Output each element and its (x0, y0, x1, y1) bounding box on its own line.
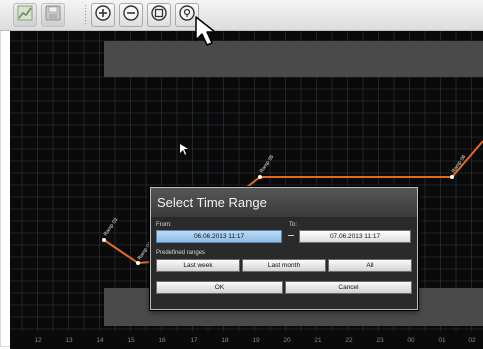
ok-button[interactable]: OK (156, 281, 283, 294)
select-time-range-dialog: Select Time Range From: To: 06.06.2013 1… (150, 187, 418, 310)
dialog-title: Select Time Range (151, 188, 417, 217)
x-tick-label: 18 (221, 337, 229, 344)
toolbar-separator (84, 4, 87, 26)
x-tick-label: 16 (158, 337, 166, 344)
x-tick-label: 15 (127, 337, 135, 344)
mouse-pointer-icon (180, 144, 188, 155)
zoom-out-button[interactable] (119, 3, 143, 27)
predefined-ranges-label: Predefined ranges (156, 250, 206, 256)
x-tick-label: 12 (34, 337, 42, 344)
zoom-fit-button[interactable] (147, 3, 171, 27)
to-label: To: (289, 222, 298, 228)
zoom-in-button[interactable] (91, 3, 115, 27)
x-tick-label: 19 (252, 337, 260, 344)
toolbar (0, 0, 483, 31)
x-tick-label: 22 (345, 337, 353, 344)
x-tick-label: 20 (283, 337, 291, 344)
point-label: Ramp 06 (451, 154, 468, 174)
from-label: From: (156, 222, 172, 228)
all-button[interactable]: All (328, 259, 412, 272)
zoom-fit-icon (150, 4, 168, 27)
point-label: Ramp 03 (103, 217, 120, 237)
last-month-button[interactable]: Last month (242, 259, 326, 272)
data-point[interactable] (450, 175, 454, 179)
x-tick-label: 14 (96, 337, 104, 344)
x-tick-label: 23 (376, 337, 384, 344)
zoom-in-icon (94, 4, 112, 27)
last-week-button[interactable]: Last week (156, 259, 240, 272)
x-tick-label: 21 (314, 337, 322, 344)
x-tick-label: 01 (438, 337, 446, 344)
data-point[interactable] (258, 175, 262, 179)
data-point[interactable] (102, 238, 106, 242)
x-tick-label: 17 (190, 337, 198, 344)
range-dash (288, 235, 294, 236)
from-date-field[interactable]: 06.06.2013 11:17 (156, 230, 282, 243)
save-button[interactable] (41, 3, 65, 27)
point-label: Ramp 05 (259, 154, 276, 174)
chart-icon (17, 5, 33, 26)
arrow-cursor-icon (195, 16, 216, 46)
x-tick-label: 02 (468, 337, 476, 344)
data-point[interactable] (136, 261, 140, 265)
x-tick-label: 00 (407, 337, 415, 344)
shaded-band-top (104, 41, 483, 77)
chart-button[interactable] (13, 3, 37, 27)
to-date-field[interactable]: 07.06.2013 11:17 (299, 230, 411, 243)
zoom-out-icon (122, 4, 140, 27)
save-icon (45, 5, 61, 26)
x-tick-label: 13 (65, 337, 73, 344)
cancel-button[interactable]: Cancel (285, 281, 412, 294)
